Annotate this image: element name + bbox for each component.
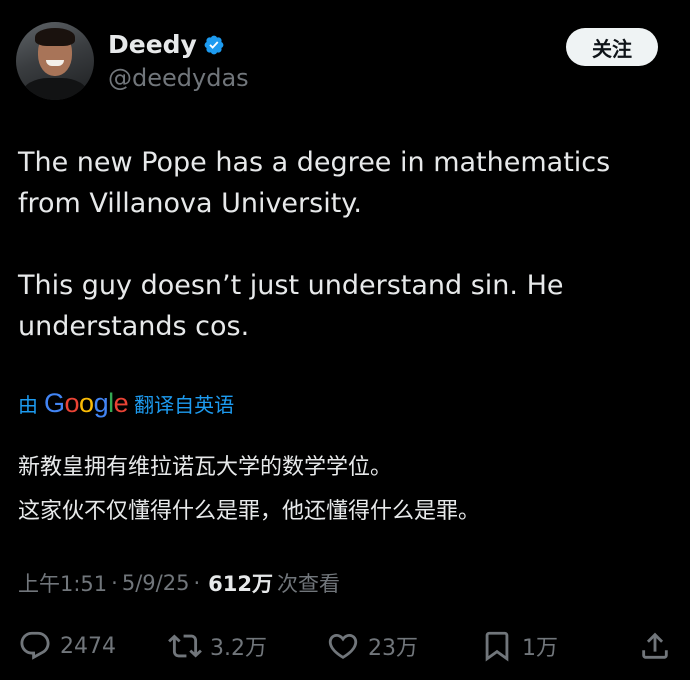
- translation-attribution[interactable]: 由 Google 翻译自英语: [18, 388, 234, 419]
- display-name[interactable]: Deedy: [108, 30, 197, 59]
- avatar-hair: [35, 28, 75, 46]
- tweet-header: Deedy @deedydas 关注: [16, 22, 674, 102]
- verified-badge-icon: [203, 34, 225, 56]
- action-bar: 2474 3.2万 23万 1万: [18, 626, 674, 666]
- tweet-time[interactable]: 上午1:51: [18, 568, 107, 598]
- translated-text: 新教皇拥有维拉诺瓦大学的数学学位。 这家伙不仅懂得什么是罪，他还懂得什么是罪。: [18, 446, 480, 534]
- tweet-meta: 上午1:51 · 5/9/25 · 612万 次查看: [18, 568, 340, 598]
- google-logo-icon: Google: [44, 388, 129, 418]
- retweet-count: 3.2万: [210, 636, 267, 661]
- share-upload-icon: [642, 632, 668, 659]
- bookmark-icon: [485, 631, 509, 662]
- tweet-text: The new Pope has a degree in mathematics…: [18, 142, 678, 347]
- reply-button[interactable]: 2474: [18, 629, 116, 663]
- like-count: 23万: [368, 636, 418, 661]
- avatar-shirt: [22, 78, 88, 100]
- meta-separator: ·: [111, 571, 118, 595]
- tweet-date[interactable]: 5/9/25: [122, 571, 190, 595]
- name-row: Deedy: [108, 30, 225, 59]
- tweet-paragraph-2: This guy doesn’t just understand sin. He…: [18, 270, 564, 342]
- avatar[interactable]: [16, 22, 94, 100]
- heart-icon: [328, 633, 358, 659]
- translation-suffix: 翻译自英语: [134, 393, 235, 417]
- speech-bubble-icon: [20, 631, 50, 660]
- retweet-arrows-icon: [168, 634, 202, 658]
- meta-separator: ·: [193, 571, 201, 595]
- bookmark-count: 1万: [522, 636, 558, 661]
- views-label: 次查看: [276, 572, 340, 596]
- translated-line-1: 新教皇拥有维拉诺瓦大学的数学学位。: [18, 455, 393, 480]
- bookmark-button[interactable]: 1万: [480, 629, 558, 663]
- like-button[interactable]: 23万: [326, 629, 418, 663]
- tweet-paragraph-1: The new Pope has a degree in mathematics…: [18, 147, 611, 219]
- translated-line-2: 这家伙不仅懂得什么是罪，他还懂得什么是罪。: [18, 499, 481, 524]
- views-count[interactable]: 612万: [208, 568, 273, 598]
- retweet-button[interactable]: 3.2万: [168, 629, 267, 663]
- follow-button[interactable]: 关注: [566, 28, 658, 66]
- share-button[interactable]: [638, 629, 672, 663]
- reply-count: 2474: [60, 633, 116, 659]
- translation-prefix: 由: [18, 393, 38, 417]
- user-handle[interactable]: @deedydas: [108, 64, 249, 92]
